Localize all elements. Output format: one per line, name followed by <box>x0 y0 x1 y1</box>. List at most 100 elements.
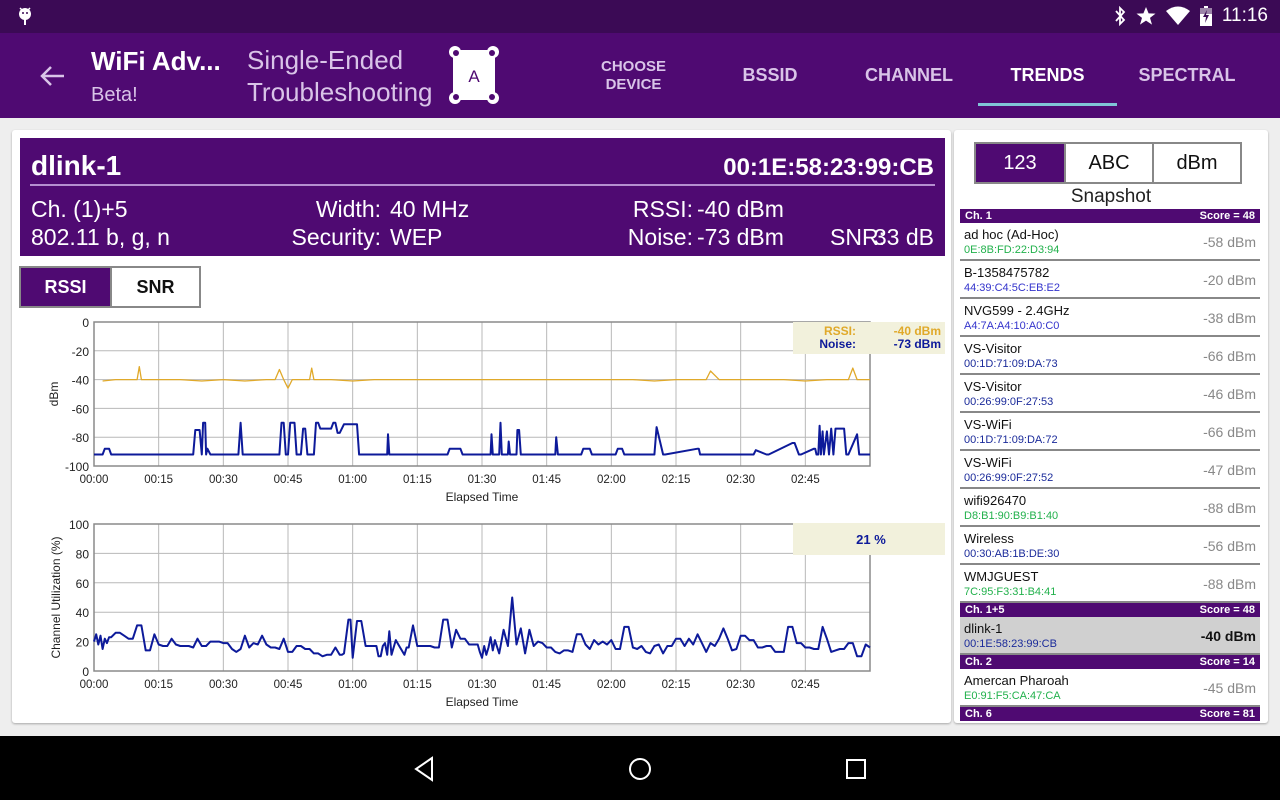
nav-back-icon[interactable] <box>410 754 440 784</box>
network-list-item[interactable]: VS-Visitor 00:1D:71:09:DA:73 -66 dBm <box>960 337 1260 375</box>
network-name: VS-Visitor <box>964 341 1022 356</box>
y-tick-label: -40 <box>72 374 90 388</box>
app-bar: WiFi Adv... Beta! Single-Ended Troublesh… <box>0 33 1280 118</box>
rssi-noise-chart: 0 -20 -40 -60 -80 -10000:00 00:15 00:30 00:45 01:… <box>47 316 945 504</box>
tab-channel[interactable]: CHANNEL <box>845 33 973 118</box>
network-signal: -46 dBm <box>1203 386 1256 402</box>
clock: 11:16 <box>1221 5 1268 26</box>
y-tick-label: 40 <box>76 606 90 620</box>
x-tick-label: 02:00 <box>597 679 626 691</box>
legend-label: RSSI: <box>824 324 856 338</box>
network-list-item[interactable]: WMJGUEST 7C:95:F3:31:B4:41 -88 dBm <box>960 565 1260 603</box>
network-mac: E0:91:F5:CA:47:CA <box>964 690 1061 702</box>
channel-label: Ch. 1 <box>965 210 992 222</box>
network-list[interactable]: Ch. 1 Score = 48 ad hoc (Ad-Hoc) 0E:8B:FD:2… <box>960 209 1260 721</box>
channel-score: Score = 48 <box>1199 604 1255 616</box>
x-tick-label: 00:15 <box>144 474 173 486</box>
x-tick-label: 02:00 <box>597 474 626 486</box>
device-badge-letter: A <box>468 67 480 86</box>
network-list-item[interactable]: Wireless 00:30:AB:1B:DE:30 -56 dBm <box>960 527 1260 565</box>
nav-home-icon[interactable] <box>625 754 655 784</box>
network-list-item[interactable]: VS-WiFi 00:26:99:0F:27:52 -47 dBm <box>960 451 1260 489</box>
x-tick-label: 00:45 <box>274 679 303 691</box>
channel-score: Score = 81 <box>1199 708 1255 720</box>
network-signal: -45 dBm <box>1203 680 1256 696</box>
network-list-item[interactable]: B-1358475782 44:39:C4:5C:EB:E2 -20 dBm <box>960 261 1260 299</box>
device-badge[interactable]: A <box>449 46 499 104</box>
network-signal: -66 dBm <box>1203 348 1256 364</box>
legend-value: -73 dBm <box>894 337 941 351</box>
network-name: NVG599 - 2.4GHz <box>964 303 1070 318</box>
network-mac: 0E:8B:FD:22:D3:94 <box>964 244 1060 256</box>
x-tick-label: 01:00 <box>338 679 367 691</box>
network-mac: 7C:95:F3:31:B4:41 <box>964 586 1057 598</box>
x-tick-label: 00:45 <box>274 474 303 486</box>
y-axis-label: Channel Utilization (%) <box>49 536 63 658</box>
tab-spectral[interactable]: SPECTRAL <box>1125 33 1249 118</box>
status-bar: 11:16 <box>0 0 1280 33</box>
y-tick-label: 80 <box>76 547 90 561</box>
x-tick-label: 02:45 <box>791 474 820 486</box>
network-mac: 00:1D:71:09:DA:73 <box>964 358 1058 370</box>
x-tick-label: 02:45 <box>791 679 820 691</box>
network-mac: D8:B1:90:B9:B1:40 <box>964 510 1059 522</box>
network-name: VS-WiFi <box>964 417 1012 432</box>
x-tick-label: 02:15 <box>662 474 691 486</box>
x-tick-label: 00:30 <box>209 679 238 691</box>
y-tick-label: -60 <box>72 402 90 416</box>
snapshot-title: Snapshot <box>1070 186 1152 207</box>
network-list-item[interactable]: NVG599 - 2.4GHz A4:7A:A4:10:A0:C0 -38 dBm <box>960 299 1260 337</box>
channel-group-header: Ch. 1 Score = 48 <box>960 209 1260 223</box>
network-name: VS-WiFi <box>964 455 1012 470</box>
network-signal: -56 dBm <box>1203 538 1256 554</box>
y-tick-label: 0 <box>82 316 89 330</box>
channel-group-header: Ch. 2 Score = 14 <box>960 655 1260 669</box>
x-tick-label: 02:15 <box>662 679 691 691</box>
tab-choose-device[interactable]: CHOOSE DEVICE <box>586 33 681 118</box>
channel-label: Ch. 6 <box>965 708 992 720</box>
x-tick-label: 00:15 <box>144 679 173 691</box>
x-tick-label: 02:30 <box>726 474 755 486</box>
network-signal: -38 dBm <box>1203 310 1256 326</box>
network-name: VS-Visitor <box>964 379 1022 394</box>
x-tick-label: 01:30 <box>468 679 497 691</box>
back-arrow-icon[interactable] <box>38 61 68 91</box>
sort-dbm[interactable]: dBm <box>1152 144 1240 182</box>
channel-score: Score = 48 <box>1199 210 1255 222</box>
tab-bssid[interactable]: BSSID <box>710 33 830 118</box>
y-tick-label: -20 <box>72 345 90 359</box>
network-list-item[interactable]: wifi926470 D8:B1:90:B9:B1:40 -88 dBm <box>960 489 1260 527</box>
channel-utilization-chart: 100 80 60 40 20 000:00 00:15 00:30 00:45 01:00 01:… <box>49 518 945 709</box>
network-signal: -58 dBm <box>1203 234 1256 250</box>
network-list-item[interactable]: VS-WiFi 00:1D:71:09:DA:72 -66 dBm <box>960 413 1260 451</box>
wifi-icon <box>1165 6 1190 25</box>
x-tick-label: 01:15 <box>403 679 432 691</box>
tab-label-line2: DEVICE <box>605 75 662 93</box>
y-tick-label: 100 <box>69 518 89 532</box>
y-tick-label: 60 <box>76 577 90 591</box>
network-mac: A4:7A:A4:10:A0:C0 <box>964 320 1060 332</box>
network-mac: 00:26:99:0F:27:53 <box>964 396 1054 408</box>
trends-panel: dlink-1 00:1E:58:23:99:CB Ch. (1)+5 802.… <box>12 130 951 723</box>
x-tick-label: 01:45 <box>532 474 561 486</box>
sort-numeric[interactable]: 123 <box>976 144 1064 182</box>
legend-value: -40 dBm <box>894 324 941 338</box>
sort-alpha[interactable]: ABC <box>1064 144 1152 182</box>
network-name: B-1358475782 <box>964 265 1050 280</box>
x-tick-label: 01:15 <box>403 474 432 486</box>
network-mac: 00:1E:58:23:99:CB <box>964 638 1057 650</box>
channel-group-header: Ch. 6 Score = 81 <box>960 707 1260 721</box>
network-signal: -88 dBm <box>1203 576 1256 592</box>
tab-trends[interactable]: TRENDS <box>978 33 1117 118</box>
network-list-item[interactable]: ad hoc (Ad-Hoc) 0E:8B:FD:22:D3:94 -58 dBm <box>960 223 1260 261</box>
nav-recents-icon[interactable] <box>841 754 871 784</box>
x-tick-label: 02:30 <box>726 679 755 691</box>
channel-label: Ch. 2 <box>965 656 992 668</box>
tab-label-line1: CHOOSE <box>600 57 666 75</box>
network-list-item[interactable]: VS-Visitor 00:26:99:0F:27:53 -46 dBm <box>960 375 1260 413</box>
x-tick-label: 01:00 <box>338 474 367 486</box>
network-list-item[interactable]: Amercan Pharoah E0:91:F5:CA:47:CA -45 dBm <box>960 669 1260 707</box>
network-list-item[interactable]: dlink-1 00:1E:58:23:99:CB -40 dBm <box>960 617 1260 655</box>
network-signal: -20 dBm <box>1203 272 1256 288</box>
mode-title: Single-Ended Troubleshooting <box>247 44 433 108</box>
